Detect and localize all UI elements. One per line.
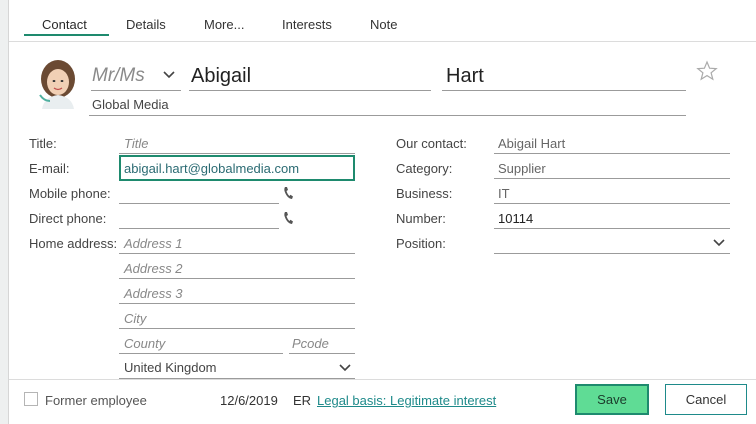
country-select[interactable]: United Kingdom — [124, 360, 217, 375]
phone-icon[interactable] — [283, 186, 293, 200]
salutation-field[interactable]: Mr/Ms — [92, 65, 145, 87]
former-employee-checkbox[interactable] — [24, 392, 38, 406]
county-input[interactable]: County — [124, 336, 165, 351]
phone-icon[interactable] — [283, 211, 293, 225]
category-field[interactable]: Supplier — [498, 161, 546, 176]
position-select[interactable] — [494, 253, 730, 254]
company-underline — [89, 115, 686, 116]
tab-interests[interactable]: Interests — [282, 17, 332, 32]
contact-dialog: Contact Details More... Interests Note M… — [8, 0, 756, 424]
active-tab-indicator — [24, 34, 109, 36]
salutation-underline — [91, 90, 181, 91]
direct-phone-field[interactable] — [119, 228, 279, 229]
cancel-button[interactable]: Cancel — [665, 384, 747, 415]
city-underline — [119, 328, 355, 329]
category-label: Category: — [396, 161, 453, 176]
chevron-down-icon[interactable] — [339, 363, 351, 373]
title-label: Title: — [29, 136, 57, 151]
legal-basis-link[interactable]: Legal basis: Legitimate interest — [317, 393, 496, 408]
address3-input[interactable]: Address 3 — [124, 286, 183, 301]
address2-underline — [119, 278, 355, 279]
direct-phone-label: Direct phone: — [29, 211, 107, 226]
our-contact-field[interactable]: Abigail Hart — [498, 136, 565, 151]
chevron-down-icon[interactable] — [163, 70, 175, 80]
dialog-footer: Former employee 12/6/2019 ER Legal basis… — [9, 379, 756, 424]
pcode-underline — [289, 353, 355, 354]
email-value[interactable]: abigail.hart@globalmedia.com — [124, 161, 299, 176]
address1-input[interactable]: Address 1 — [124, 236, 183, 251]
business-label: Business: — [396, 186, 453, 201]
first-name-underline — [189, 90, 431, 91]
tab-details[interactable]: Details — [126, 17, 166, 32]
updated-by-initials: ER — [293, 393, 312, 408]
mobile-phone-label: Mobile phone: — [29, 186, 111, 201]
business-underline — [494, 203, 730, 204]
number-field[interactable]: 10114 — [498, 211, 533, 226]
address3-underline — [119, 303, 355, 304]
updated-date: 12/6/2019 — [220, 393, 278, 408]
home-address-label: Home address: — [29, 236, 118, 251]
title-underline — [119, 153, 355, 154]
avatar[interactable] — [34, 57, 82, 109]
company-field[interactable]: Global Media — [92, 97, 169, 112]
pcode-input[interactable]: Pcode — [292, 336, 329, 351]
our-contact-label: Our contact: — [396, 136, 467, 151]
last-name-underline — [442, 90, 686, 91]
mobile-phone-field[interactable] — [119, 203, 279, 204]
star-icon[interactable] — [696, 60, 718, 82]
tab-note[interactable]: Note — [370, 17, 397, 32]
number-underline — [494, 228, 730, 229]
chevron-down-icon[interactable] — [713, 238, 725, 248]
first-name-field[interactable]: Abigail — [191, 65, 251, 88]
former-employee-label: Former employee — [45, 393, 147, 408]
last-name-field[interactable]: Hart — [446, 65, 484, 88]
category-underline — [494, 178, 730, 179]
tab-bar: Contact Details More... Interests Note — [9, 0, 756, 42]
business-field[interactable]: IT — [498, 186, 510, 201]
position-label: Position: — [396, 236, 446, 251]
county-underline — [119, 353, 283, 354]
save-button[interactable]: Save — [575, 384, 649, 415]
tab-contact[interactable]: Contact — [42, 17, 87, 32]
city-input[interactable]: City — [124, 311, 146, 326]
our-contact-underline — [494, 153, 730, 154]
number-label: Number: — [396, 211, 446, 226]
tab-more[interactable]: More... — [204, 17, 244, 32]
email-label: E-mail: — [29, 161, 70, 176]
title-input[interactable]: Title — [124, 136, 148, 151]
address2-input[interactable]: Address 2 — [124, 261, 183, 276]
address1-underline — [119, 253, 355, 254]
